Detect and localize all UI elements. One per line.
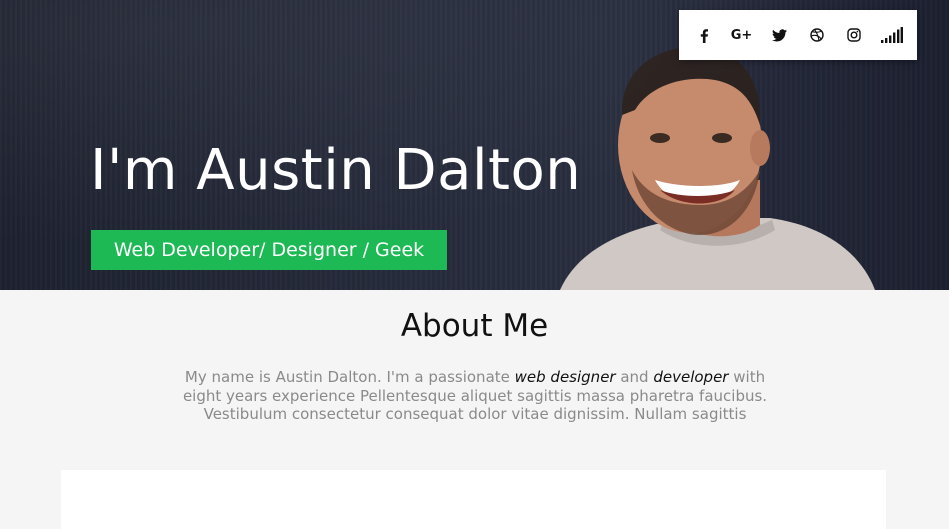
hero-title: I'm Austin Dalton (90, 138, 582, 203)
about-emphasis-developer: developer (653, 368, 729, 386)
hero-subtitle-badge: Web Developer/ Designer / Geek (91, 230, 447, 270)
google-plus-label: G+ (730, 27, 753, 43)
profile-photo (560, 47, 875, 290)
about-description: My name is Austin Dalton. I'm a passiona… (180, 368, 770, 424)
about-text-part2: and (615, 368, 654, 386)
facebook-icon[interactable] (690, 21, 718, 49)
google-plus-icon[interactable]: G+ (727, 21, 755, 49)
dribbble-icon[interactable] (803, 21, 831, 49)
about-text-part1: My name is Austin Dalton. I'm a passiona… (184, 368, 515, 386)
about-title: About Me (400, 308, 549, 344)
content-card (61, 470, 886, 529)
twitter-icon[interactable] (765, 21, 793, 49)
hero-banner: I'm Austin Dalton Web Developer/ Designe… (0, 0, 949, 290)
signal-icon[interactable] (878, 21, 906, 49)
social-links-bar: G+ (679, 10, 917, 60)
about-emphasis-web-designer: web designer (514, 368, 616, 386)
instagram-icon[interactable] (840, 21, 868, 49)
